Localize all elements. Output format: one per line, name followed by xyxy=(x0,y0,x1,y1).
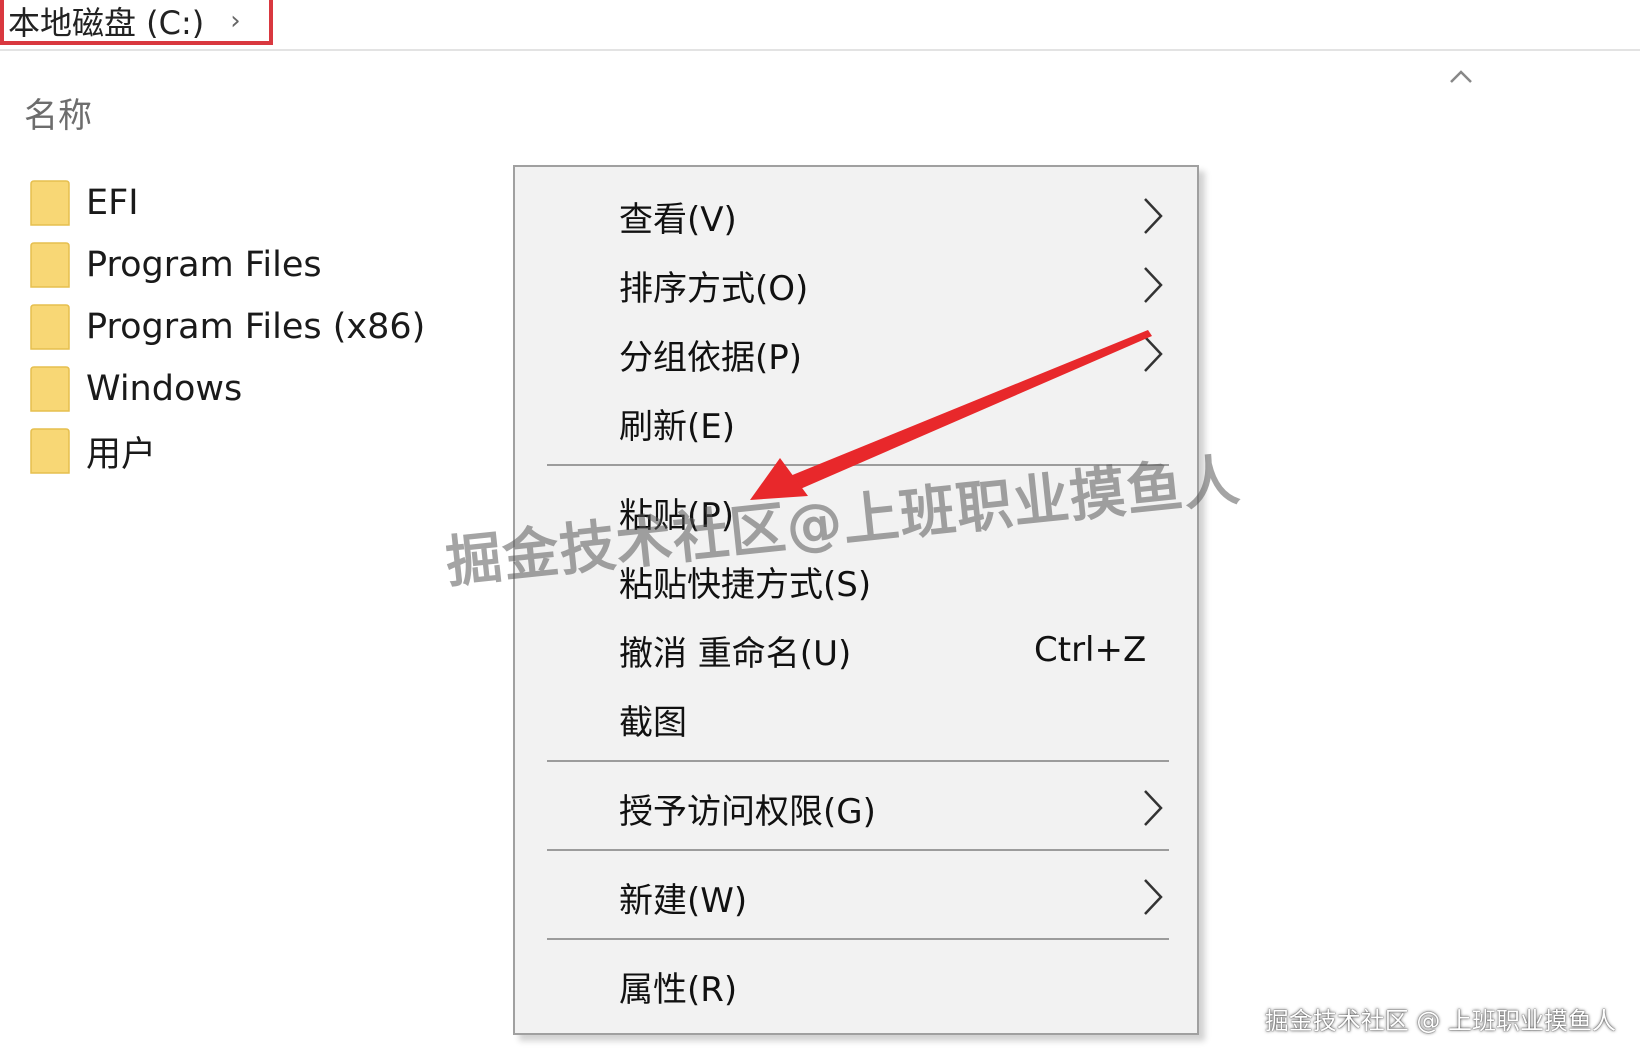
folder-icon xyxy=(30,180,70,226)
file-name: EFI xyxy=(86,183,139,223)
column-header-name[interactable]: 名称 xyxy=(24,88,92,137)
file-item-users[interactable]: 用户 xyxy=(30,420,425,482)
menu-item-label: 新建(W) xyxy=(619,880,748,921)
folder-icon xyxy=(30,428,70,474)
context-menu: 查看(V) 排序方式(O) 分组依据(P) 刷新(E) 粘贴(P) 粘贴快捷方式… xyxy=(513,165,1199,1035)
file-item-program-files-x86[interactable]: Program Files (x86) xyxy=(30,296,425,358)
breadcrumb-location[interactable]: 本地磁盘 (C:) xyxy=(8,0,204,44)
menu-separator xyxy=(547,760,1169,762)
menu-item-give-access[interactable]: 授予访问权限(G) xyxy=(515,776,1197,840)
chevron-right-icon xyxy=(1144,336,1163,372)
menu-item-view[interactable]: 查看(V) xyxy=(515,184,1197,248)
menu-item-label: 分组依据(P) xyxy=(619,337,803,378)
menu-item-screenshot[interactable]: 截图 xyxy=(515,687,1197,751)
folder-icon xyxy=(30,242,70,288)
menu-item-label: 属性(R) xyxy=(619,969,738,1010)
file-name: 用户 xyxy=(86,434,157,475)
menu-item-undo-rename[interactable]: 撤消 重命名(U) Ctrl+Z xyxy=(515,618,1197,682)
file-name: Program Files xyxy=(86,245,322,285)
file-item-windows[interactable]: Windows xyxy=(30,358,425,420)
file-list: EFI Program Files Program Files (x86) Wi… xyxy=(30,172,425,482)
menu-item-label: 撤消 重命名(U) xyxy=(619,633,852,674)
menu-item-label: 排序方式(O) xyxy=(619,268,809,309)
chevron-right-icon xyxy=(1144,790,1163,826)
chevron-right-icon xyxy=(1144,879,1163,915)
menu-item-label: 截图 xyxy=(619,702,687,743)
chevron-right-icon xyxy=(1144,198,1163,234)
menu-item-label: 授予访问权限(G) xyxy=(619,791,876,832)
address-bar: 本地磁盘 (C:) › xyxy=(0,0,1640,51)
watermark-corner: 掘金技术社区 @ 上班职业摸鱼人 xyxy=(1264,1007,1616,1035)
menu-separator xyxy=(547,849,1169,851)
menu-item-new[interactable]: 新建(W) xyxy=(515,865,1197,929)
chevron-right-icon[interactable]: › xyxy=(230,6,240,36)
menu-item-refresh[interactable]: 刷新(E) xyxy=(515,391,1197,455)
menu-item-group-by[interactable]: 分组依据(P) xyxy=(515,322,1197,386)
menu-item-label: 查看(V) xyxy=(619,199,737,240)
breadcrumb[interactable]: 本地磁盘 (C:) › xyxy=(0,0,273,45)
file-name: Windows xyxy=(86,369,243,409)
menu-item-shortcut: Ctrl+Z xyxy=(1034,630,1147,670)
file-name: Program Files (x86) xyxy=(86,307,426,347)
sort-ascending-icon[interactable] xyxy=(1446,62,1476,92)
file-item-efi[interactable]: EFI xyxy=(30,172,425,234)
menu-item-label: 刷新(E) xyxy=(619,406,736,447)
file-item-program-files[interactable]: Program Files xyxy=(30,234,425,296)
menu-item-sort-by[interactable]: 排序方式(O) xyxy=(515,253,1197,317)
menu-separator xyxy=(547,938,1169,940)
folder-icon xyxy=(30,366,70,412)
chevron-right-icon xyxy=(1144,267,1163,303)
menu-item-properties[interactable]: 属性(R) xyxy=(515,954,1197,1018)
folder-icon xyxy=(30,304,70,350)
